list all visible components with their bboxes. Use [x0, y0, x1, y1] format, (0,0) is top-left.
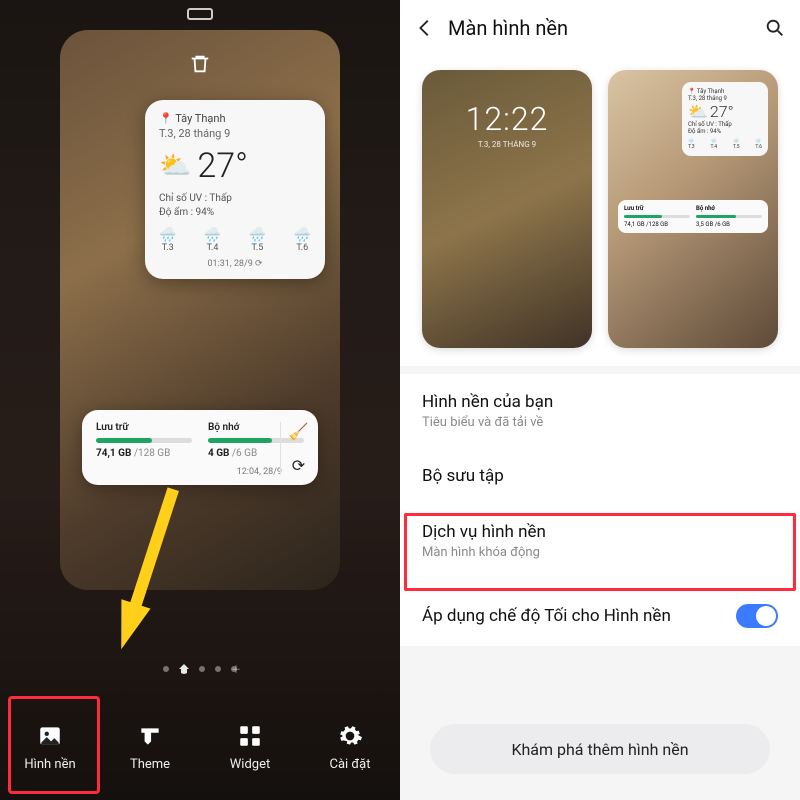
- widget-button[interactable]: Widget: [213, 721, 287, 772]
- widgets-icon: [235, 721, 265, 751]
- wallpaper-button[interactable]: Hình nền: [13, 721, 87, 772]
- mini-storage-widget: Lưu trữ74,1 GB /128 GB Bộ nhớ3,5 GB /6 G…: [618, 200, 768, 233]
- back-icon[interactable]: [414, 17, 436, 39]
- home-editor-screen: 📍 Tây Thạnh T.3, 28 tháng 9 ⛅ 27° Chỉ số…: [0, 0, 400, 800]
- mini-weather-widget: 📍 Tây Thạnh T.3, 28 tháng 9 ⛅ 27° Chỉ số…: [682, 82, 768, 156]
- gear-icon: [335, 721, 365, 751]
- storage-widget[interactable]: Lưu trữ 74,1 GB /128 GB Bộ nhớ 4 GB /6 G…: [82, 410, 318, 485]
- collection-item[interactable]: Bộ sưu tập: [400, 448, 800, 504]
- weather-icon: ⛅: [159, 151, 191, 181]
- weather-details: Chỉ số UV : Thấp Độ ẩm : 94%: [159, 192, 311, 220]
- dark-mode-wallpaper-toggle[interactable]: Áp dụng chế độ Tối cho Hình nền: [400, 586, 800, 646]
- homescreen-preview[interactable]: 📍 Tây Thạnh T.3, 28 tháng 9 ⛅ 27° Chỉ số…: [608, 70, 778, 348]
- preview-row: 12:22 T.3, 28 THÁNG 9 📍 Tây Thạnh T.3, 2…: [400, 56, 800, 366]
- add-page-icon[interactable]: ＋: [231, 666, 237, 672]
- weather-date: T.3, 28 tháng 9: [159, 127, 311, 140]
- wallpaper-service-item[interactable]: Dịch vụ hình nền Màn hình khóa động: [400, 504, 800, 578]
- weather-location: Tây Thạnh: [175, 112, 225, 125]
- explore-more-button[interactable]: Khám phá thêm hình nền: [430, 724, 770, 774]
- storage-actions[interactable]: 🧹 ⟳: [280, 422, 308, 475]
- theme-button[interactable]: Theme: [113, 721, 187, 772]
- weather-temp: 27°: [197, 146, 248, 186]
- page-indicator[interactable]: ＋: [163, 664, 237, 674]
- settings-button[interactable]: Cài đặt: [313, 721, 387, 772]
- brush-icon: [135, 721, 165, 751]
- lock-clock: 12:22 T.3, 28 THÁNG 9: [422, 100, 592, 149]
- page-title: Màn hình nền: [448, 16, 752, 40]
- storage-timestamp: 12:04, 28/9: [96, 467, 304, 477]
- status-cutout-icon: [187, 8, 213, 20]
- search-icon[interactable]: [764, 17, 786, 39]
- weather-widget[interactable]: 📍 Tây Thạnh T.3, 28 tháng 9 ⛅ 27° Chỉ số…: [145, 100, 325, 279]
- lockscreen-preview[interactable]: 12:22 T.3, 28 THÁNG 9: [422, 70, 592, 348]
- image-icon: [35, 721, 65, 751]
- home-screen-preview[interactable]: 📍 Tây Thạnh T.3, 28 tháng 9 ⛅ 27° Chỉ số…: [60, 30, 340, 590]
- editor-bottom-bar: Hình nền Theme Widget Cài đặt: [0, 692, 400, 800]
- home-page-icon: [179, 664, 189, 674]
- forecast-row: 🌧️T.3 🌧️T.4 🌧️T.5 🌧️T.6: [159, 228, 311, 253]
- options-list: Hình nền của bạn Tiêu biểu và đã tải về …: [400, 374, 800, 646]
- weather-timestamp: 01:31, 28/9: [207, 259, 252, 269]
- header: Màn hình nền: [400, 0, 800, 56]
- wallpaper-settings-screen: Màn hình nền 12:22 T.3, 28 THÁNG 9 📍 Tây…: [400, 0, 800, 800]
- toggle-on-icon[interactable]: [736, 604, 778, 628]
- storage-title: Lưu trữ: [96, 422, 192, 433]
- trash-icon[interactable]: [180, 44, 220, 84]
- refresh-icon[interactable]: ⟳: [292, 456, 305, 475]
- broom-icon[interactable]: 🧹: [289, 422, 309, 441]
- your-wallpapers-item[interactable]: Hình nền của bạn Tiêu biểu và đã tải về: [400, 374, 800, 448]
